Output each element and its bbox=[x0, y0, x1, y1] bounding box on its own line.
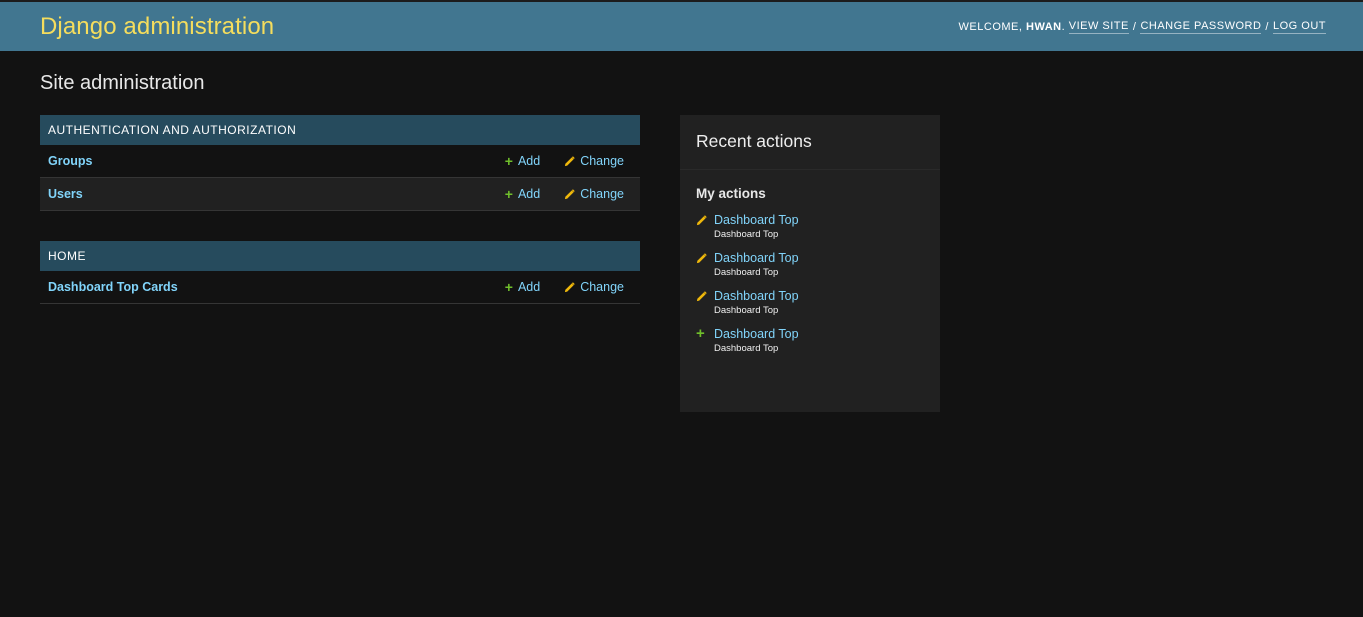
recent-actions-title: Recent actions bbox=[680, 115, 940, 170]
change-groups-button[interactable]: Change bbox=[564, 154, 624, 168]
action-item: + Dashboard Top Dashboard Top bbox=[696, 325, 924, 354]
site-branding[interactable]: Django administration bbox=[40, 13, 274, 41]
model-row-users: Users + Add Change bbox=[40, 178, 640, 211]
pencil-icon bbox=[696, 290, 707, 301]
action-content-type: Dashboard Top bbox=[714, 229, 779, 240]
username: HWAN bbox=[1026, 20, 1062, 33]
view-site-link[interactable]: VIEW SITE bbox=[1068, 20, 1129, 34]
change-password-link[interactable]: CHANGE PASSWORD bbox=[1140, 20, 1262, 34]
pencil-icon bbox=[565, 188, 575, 199]
change-label: Change bbox=[580, 187, 624, 201]
change-label: Change bbox=[580, 154, 624, 168]
pencil-icon bbox=[565, 281, 575, 292]
model-link-dashboard-top-cards[interactable]: Dashboard Top Cards bbox=[48, 280, 505, 294]
action-item: Dashboard Top Dashboard Top bbox=[696, 289, 924, 316]
app-list: AUTHENTICATION AND AUTHORIZATION Groups … bbox=[40, 115, 640, 412]
action-item: Dashboard Top Dashboard Top bbox=[696, 213, 924, 240]
action-content-type: Dashboard Top bbox=[714, 343, 779, 354]
app-caption[interactable]: AUTHENTICATION AND AUTHORIZATION bbox=[40, 115, 640, 145]
pencil-icon bbox=[565, 155, 575, 166]
user-tools: WELCOME, HWAN. VIEW SITE / CHANGE PASSWO… bbox=[958, 19, 1326, 34]
plus-icon: + bbox=[504, 278, 513, 295]
model-link-groups[interactable]: Groups bbox=[48, 154, 505, 168]
plus-icon: + bbox=[504, 185, 513, 202]
add-users-button[interactable]: + Add bbox=[504, 185, 541, 202]
action-item: Dashboard Top Dashboard Top bbox=[696, 251, 924, 278]
action-list: Dashboard Top Dashboard Top Dashboard To… bbox=[680, 213, 940, 354]
page-title: Site administration bbox=[40, 72, 205, 94]
app-auth: AUTHENTICATION AND AUTHORIZATION Groups … bbox=[40, 115, 640, 211]
change-users-button[interactable]: Change bbox=[564, 187, 624, 201]
action-link[interactable]: Dashboard Top bbox=[714, 289, 799, 303]
action-content-type: Dashboard Top bbox=[714, 267, 779, 278]
action-content-type: Dashboard Top bbox=[714, 305, 779, 316]
pencil-icon bbox=[696, 252, 707, 263]
add-label: Add bbox=[517, 154, 541, 168]
change-label: Change bbox=[580, 280, 624, 294]
add-label: Add bbox=[517, 187, 541, 201]
model-link-users[interactable]: Users bbox=[48, 187, 505, 201]
change-dashboard-top-cards-button[interactable]: Change bbox=[564, 280, 624, 294]
my-actions-title: My actions bbox=[696, 186, 766, 201]
model-row-dashboard-top-cards: Dashboard Top Cards + Add Change bbox=[40, 271, 640, 304]
welcome-text: WELCOME, bbox=[958, 20, 1023, 33]
add-label: Add bbox=[517, 280, 541, 294]
pencil-icon bbox=[696, 214, 707, 225]
plus-icon: + bbox=[504, 152, 513, 169]
app-caption[interactable]: HOME bbox=[40, 241, 640, 271]
model-row-groups: Groups + Add Change bbox=[40, 145, 640, 178]
add-groups-button[interactable]: + Add bbox=[504, 152, 541, 169]
plus-icon: + bbox=[696, 325, 705, 342]
action-link[interactable]: Dashboard Top bbox=[714, 251, 799, 265]
log-out-link[interactable]: LOG OUT bbox=[1272, 20, 1326, 34]
header: Django administration WELCOME, HWAN. VIE… bbox=[0, 2, 1363, 51]
content: Site administration AUTHENTICATION AND A… bbox=[0, 51, 1363, 432]
recent-actions-panel: Recent actions My actions Dashboard Top … bbox=[680, 115, 940, 412]
add-dashboard-top-cards-button[interactable]: + Add bbox=[504, 278, 541, 295]
app-home: HOME Dashboard Top Cards + Add Change bbox=[40, 241, 640, 304]
action-link[interactable]: Dashboard Top bbox=[714, 327, 799, 341]
action-link[interactable]: Dashboard Top bbox=[714, 213, 799, 227]
